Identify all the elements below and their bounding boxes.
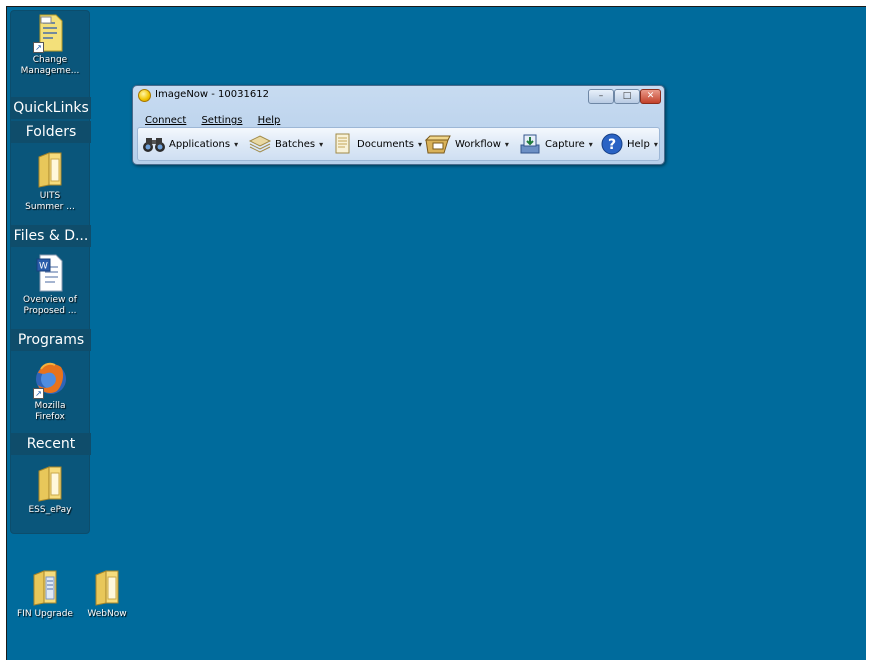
menu-bar: Connect Settings Help xyxy=(145,108,290,126)
batches-button[interactable]: Batches ▾ xyxy=(248,132,323,156)
section-quicklinks[interactable]: QuickLinks xyxy=(11,97,91,119)
documents-label: Documents xyxy=(357,138,415,150)
section-programs[interactable]: Programs xyxy=(11,329,91,351)
menu-help[interactable]: Help xyxy=(258,115,281,126)
icon-label-line1: Overview of xyxy=(23,295,77,305)
folder-icon xyxy=(33,463,67,503)
window-title: ImageNow - 10031612 xyxy=(155,89,269,100)
title-bar[interactable]: ImageNow - 10031612 – □ ✕ xyxy=(133,86,664,106)
help-label: Help xyxy=(627,138,650,150)
fin-upgrade-icon[interactable]: FIN Upgrade xyxy=(13,567,77,620)
ess-epay-icon[interactable]: ESS_ePay xyxy=(11,463,89,516)
firefox-icon: ↗ xyxy=(33,359,67,399)
icon-label-line2: Proposed ... xyxy=(23,306,77,316)
workflow-icon xyxy=(424,133,452,155)
help-button[interactable]: ? Help ▾ xyxy=(600,132,658,156)
menu-settings[interactable]: Settings xyxy=(201,115,242,126)
section-recent[interactable]: Recent xyxy=(11,433,91,455)
imagenow-app-icon xyxy=(138,89,151,102)
help-icon: ? xyxy=(600,133,624,155)
documents-icon xyxy=(330,133,354,155)
icon-label-line2: Firefox xyxy=(35,412,65,422)
folder-icon xyxy=(33,149,67,189)
chevron-down-icon: ▾ xyxy=(234,139,239,149)
chevron-down-icon: ▾ xyxy=(504,139,509,149)
icon-label: FIN Upgrade xyxy=(17,609,73,619)
document-shortcut-icon: ↗ xyxy=(33,13,67,53)
minimize-button[interactable]: – xyxy=(588,89,614,104)
chevron-down-icon: ▾ xyxy=(418,139,423,149)
svg-text:W: W xyxy=(39,262,48,272)
word-document-icon: W xyxy=(33,253,67,293)
chevron-down-icon: ▾ xyxy=(653,139,658,149)
workflow-button[interactable]: Workflow ▾ xyxy=(424,132,509,156)
documents-button[interactable]: Documents ▾ xyxy=(330,132,422,156)
mozilla-firefox-icon[interactable]: ↗ Mozilla Firefox xyxy=(11,359,89,423)
toolbar: Applications ▾ Batches ▾ Documents ▾ Wor… xyxy=(137,127,660,161)
overview-proposed-icon[interactable]: W Overview of Proposed ... xyxy=(11,253,89,317)
icon-label: WebNow xyxy=(87,609,127,619)
applications-label: Applications xyxy=(169,138,231,150)
capture-button[interactable]: Capture ▾ xyxy=(518,132,593,156)
close-button[interactable]: ✕ xyxy=(640,89,661,104)
icon-label-line2: Manageme... xyxy=(20,66,80,76)
icon-label-line1: UITS xyxy=(39,191,61,201)
chevron-down-icon: ▾ xyxy=(319,139,324,149)
capture-label: Capture xyxy=(545,138,585,150)
applications-button[interactable]: Applications ▾ xyxy=(142,132,238,156)
batches-label: Batches xyxy=(275,138,316,150)
icon-label-line1: Change xyxy=(32,55,68,65)
icon-label-line1: ESS_ePay xyxy=(28,505,72,515)
maximize-button[interactable]: □ xyxy=(614,89,640,104)
desktop: ↗ Change Manageme... QuickLinks Folders … xyxy=(6,6,866,660)
menu-connect[interactable]: Connect xyxy=(145,115,186,126)
folder-icon xyxy=(90,567,124,607)
section-folders[interactable]: Folders xyxy=(11,121,91,143)
change-management-icon[interactable]: ↗ Change Manageme... xyxy=(11,13,89,77)
batches-icon xyxy=(248,133,272,155)
workflow-label: Workflow xyxy=(455,138,501,150)
section-files[interactable]: Files & D... xyxy=(11,225,91,247)
icon-label-line1: Mozilla xyxy=(34,401,66,411)
chevron-down-icon: ▾ xyxy=(588,139,593,149)
svg-text:?: ? xyxy=(608,137,616,153)
webnow-icon[interactable]: WebNow xyxy=(75,567,139,620)
folder-icon xyxy=(28,567,62,607)
desktop-sidebar: ↗ Change Manageme... QuickLinks Folders … xyxy=(10,10,91,534)
imagenow-window[interactable]: ImageNow - 10031612 – □ ✕ Connect Settin… xyxy=(132,85,665,165)
icon-label-line2: Summer ... xyxy=(25,202,75,212)
binoculars-icon xyxy=(142,133,166,155)
uits-summer-icon[interactable]: UITS Summer ... xyxy=(11,149,89,213)
capture-icon xyxy=(518,133,542,155)
